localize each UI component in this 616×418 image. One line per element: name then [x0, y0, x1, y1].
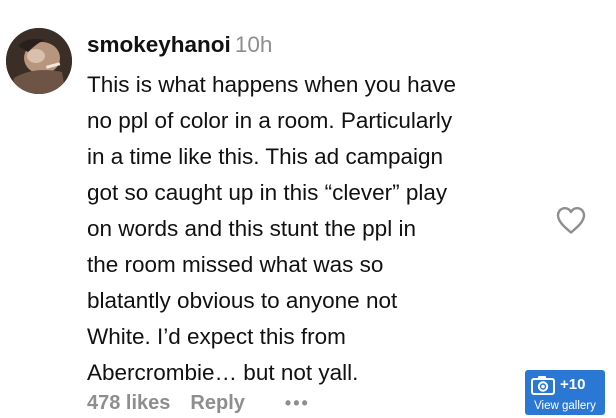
- comment-line: the room missed what was so: [87, 252, 384, 277]
- comment-line: got so caught up in this “clever” play: [87, 180, 448, 205]
- more-options-icon[interactable]: •••: [285, 388, 310, 418]
- gallery-count: +10: [560, 376, 586, 393]
- comment-line: on words and this stunt the ppl in: [87, 216, 416, 241]
- comment-line: White. I’d expect this from: [87, 324, 346, 349]
- comment-line: This is what happens when you have: [87, 72, 456, 97]
- view-gallery-label: View gallery: [534, 400, 596, 412]
- comment-text: This is what happens when you have no pp…: [87, 67, 557, 391]
- comment-line: no ppl of color in a room. Particularly: [87, 108, 453, 133]
- comment-line: blatantly obvious to anyone not: [87, 288, 398, 313]
- camera-icon: [531, 376, 555, 395]
- comment: smokeyhanoi 10h This is what happens when…: [0, 0, 616, 415]
- view-gallery-button[interactable]: +10 View gallery: [525, 370, 605, 415]
- avatar-photo: [6, 28, 72, 94]
- avatar[interactable]: [6, 28, 72, 94]
- timestamp: 10h: [234, 32, 273, 57]
- comment-line: in a time like this. This ad campaign: [87, 144, 444, 169]
- username[interactable]: smokeyhanoi: [87, 32, 231, 57]
- reply-button[interactable]: Reply: [190, 388, 244, 418]
- heart-outline-icon[interactable]: [555, 205, 587, 235]
- comment-header: smokeyhanoi 10h: [87, 30, 272, 60]
- comment-actions: 478 likes Reply •••: [87, 388, 310, 418]
- likes-count[interactable]: 478 likes: [87, 388, 170, 418]
- comment-line: Abercrombie… but not yall.: [87, 360, 359, 385]
- gallery-count-row: +10: [531, 375, 585, 395]
